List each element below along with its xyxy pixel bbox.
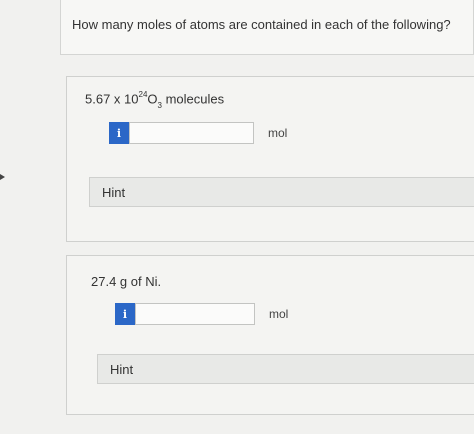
part-1-hint-button[interactable]: Hint bbox=[89, 177, 474, 207]
cursor-edge-arrow-icon bbox=[0, 174, 5, 180]
question-text: How many moles of atoms are contained in… bbox=[72, 17, 451, 32]
part-1-coefficient: 5.67 x 10 bbox=[85, 91, 139, 107]
part-2-info-button[interactable]: i bbox=[115, 303, 135, 325]
part-1-card: 5.67 x 1024O3 molecules i mol Hint bbox=[66, 76, 474, 242]
part-1-formula: O bbox=[147, 91, 158, 107]
part-1-answer-input[interactable] bbox=[129, 122, 254, 144]
part-1-unit-label: mol bbox=[268, 126, 288, 140]
part-1-hint-label: Hint bbox=[102, 184, 126, 200]
part-1-subscript: 3 bbox=[157, 100, 162, 110]
part-2-answer-input[interactable] bbox=[135, 303, 255, 325]
part-1-rest: molecules bbox=[161, 91, 225, 107]
question-card: How many moles of atoms are contained in… bbox=[60, 0, 474, 55]
part-2-card: 27.4 g of Ni. i mol Hint bbox=[66, 255, 474, 415]
part-1-exponent: 24 bbox=[138, 90, 148, 99]
part-2-unit-label: mol bbox=[269, 307, 289, 321]
part-2-prompt: 27.4 g of Ni. bbox=[91, 274, 162, 289]
part-2-hint-label: Hint bbox=[110, 361, 134, 377]
part-1-prompt: 5.67 x 1024O3 molecules bbox=[85, 90, 225, 110]
part-2-hint-button[interactable]: Hint bbox=[97, 354, 474, 384]
part-1-info-button[interactable]: i bbox=[109, 122, 129, 144]
